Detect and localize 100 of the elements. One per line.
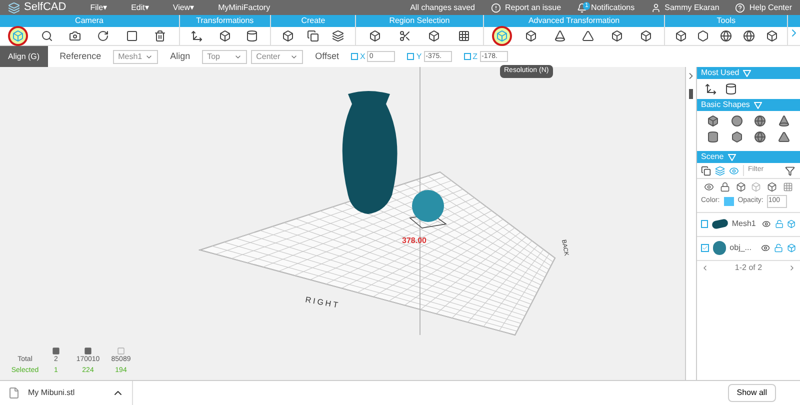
report-button[interactable]: Report an issue — [491, 2, 562, 14]
cube-icon — [496, 30, 508, 42]
show-all-button[interactable]: Show all — [728, 384, 776, 402]
offset-label: Offset — [315, 50, 339, 63]
columns-icon[interactable] — [783, 182, 794, 192]
globe-icon — [742, 30, 755, 42]
cube-icon — [282, 30, 294, 42]
section-header: Transformations — [180, 15, 270, 27]
cone-icon — [554, 30, 566, 42]
cube-icon — [766, 30, 778, 42]
alert-icon — [491, 2, 502, 12]
align-button[interactable]: Align (G) — [0, 46, 48, 67]
axis-checkbox[interactable] — [407, 53, 414, 60]
help-icon — [735, 2, 746, 12]
tool-button[interactable] — [10, 28, 26, 44]
triangle-icon — [582, 30, 594, 42]
vertex-icon — [117, 347, 125, 355]
cylinder-icon[interactable] — [706, 131, 719, 143]
cube-icon — [428, 30, 440, 42]
cube-icon[interactable] — [736, 182, 746, 192]
square-icon — [126, 30, 138, 42]
eye-icon[interactable] — [760, 243, 770, 253]
save-status: All changes saved — [410, 2, 476, 14]
tool-button[interactable] — [330, 28, 346, 44]
menu-item[interactable]: Edit▾ — [131, 2, 149, 14]
objects-icon[interactable] — [701, 166, 711, 176]
object-icon — [52, 347, 60, 355]
cube-icon — [674, 30, 687, 42]
cylinder-icon — [246, 30, 258, 42]
trash-icon — [154, 30, 166, 42]
tool-button[interactable] — [740, 28, 757, 44]
triangle-icon[interactable] — [778, 131, 790, 143]
tool-button[interactable] — [580, 28, 596, 44]
user-button[interactable]: Sammy Ekaran — [650, 2, 720, 14]
axis-label: Z — [472, 50, 478, 62]
tool-button[interactable] — [305, 28, 322, 44]
cube-icon — [12, 30, 24, 42]
section-header: Camera — [0, 15, 179, 27]
horizontal-align-select[interactable]: Center — [251, 50, 304, 64]
filter-icon[interactable] — [785, 166, 795, 176]
section-header: Region Selection — [356, 15, 483, 27]
magnifier-icon — [40, 30, 53, 42]
hexagon-icon[interactable] — [730, 131, 743, 143]
reference-label: Reference — [60, 50, 102, 63]
reference-select[interactable]: Mesh1 — [113, 50, 158, 64]
tool-button[interactable] — [718, 28, 734, 44]
color-swatch[interactable] — [724, 196, 734, 206]
cube-icon — [218, 30, 231, 42]
align-label: Align — [170, 50, 190, 63]
cylinder-icon[interactable] — [725, 83, 737, 95]
download-file-name: My Mibuni.stl — [28, 387, 76, 399]
user-icon — [650, 2, 661, 12]
axis-checkbox[interactable] — [464, 53, 471, 60]
axis-label: Y — [416, 50, 422, 62]
cube-icon — [524, 30, 537, 42]
globe-icon[interactable] — [754, 115, 766, 127]
layers-icon — [332, 30, 344, 42]
section-header — [788, 15, 800, 27]
pagination-text: 1-2 of 2 — [734, 262, 762, 274]
cube-icon — [640, 30, 652, 42]
sphere-thumbnail — [713, 241, 726, 255]
axes-icon — [191, 30, 204, 42]
torus-icon[interactable] — [730, 115, 743, 127]
globe-icon[interactable] — [754, 131, 766, 143]
right-label: RIGHT — [304, 295, 341, 310]
help-button[interactable]: Help Center — [735, 2, 792, 14]
scene-object-row[interactable]: Mesh1 — [697, 212, 800, 236]
vertical-align-select[interactable]: Top — [202, 50, 248, 64]
cube-icon[interactable] — [706, 115, 719, 127]
lock-icon[interactable] — [720, 182, 730, 192]
previous-icon[interactable] — [701, 264, 709, 272]
sphere-drawing — [409, 190, 448, 228]
section-header: Tools — [665, 15, 787, 27]
globe-icon — [720, 30, 732, 42]
scene-object-row[interactable]: obj_... — [697, 236, 800, 260]
eye-icon[interactable] — [704, 182, 714, 192]
project-link[interactable]: MyMiniFactory — [218, 2, 270, 14]
layers-icon[interactable] — [715, 166, 725, 176]
section-header: Advanced Transformation — [484, 15, 664, 27]
tool-button[interactable] — [494, 28, 510, 44]
face-icon — [84, 347, 92, 355]
axis-label: X — [360, 50, 366, 62]
grid-icon — [458, 30, 470, 42]
collapse-triangle-icon — [754, 102, 762, 108]
object-name: obj_... — [730, 242, 752, 254]
eye-icon[interactable] — [762, 219, 771, 229]
axis-checkbox[interactable] — [350, 53, 358, 60]
axes-icon[interactable] — [705, 83, 717, 95]
scissors-icon — [398, 30, 411, 42]
logo-text: SelfCAD — [24, 0, 66, 16]
object-checkbox[interactable] — [701, 220, 708, 228]
cone-icon[interactable] — [778, 115, 790, 127]
menu-item[interactable]: File▾ — [90, 2, 108, 14]
section-header: Create — [271, 15, 356, 27]
cube-icon[interactable] — [767, 182, 778, 192]
file-icon — [8, 387, 20, 399]
menu-item[interactable]: View▾ — [172, 2, 194, 14]
scrollbar-thumb[interactable] — [689, 89, 693, 99]
object-checkbox[interactable] — [701, 244, 709, 252]
cube-icon — [611, 30, 624, 42]
